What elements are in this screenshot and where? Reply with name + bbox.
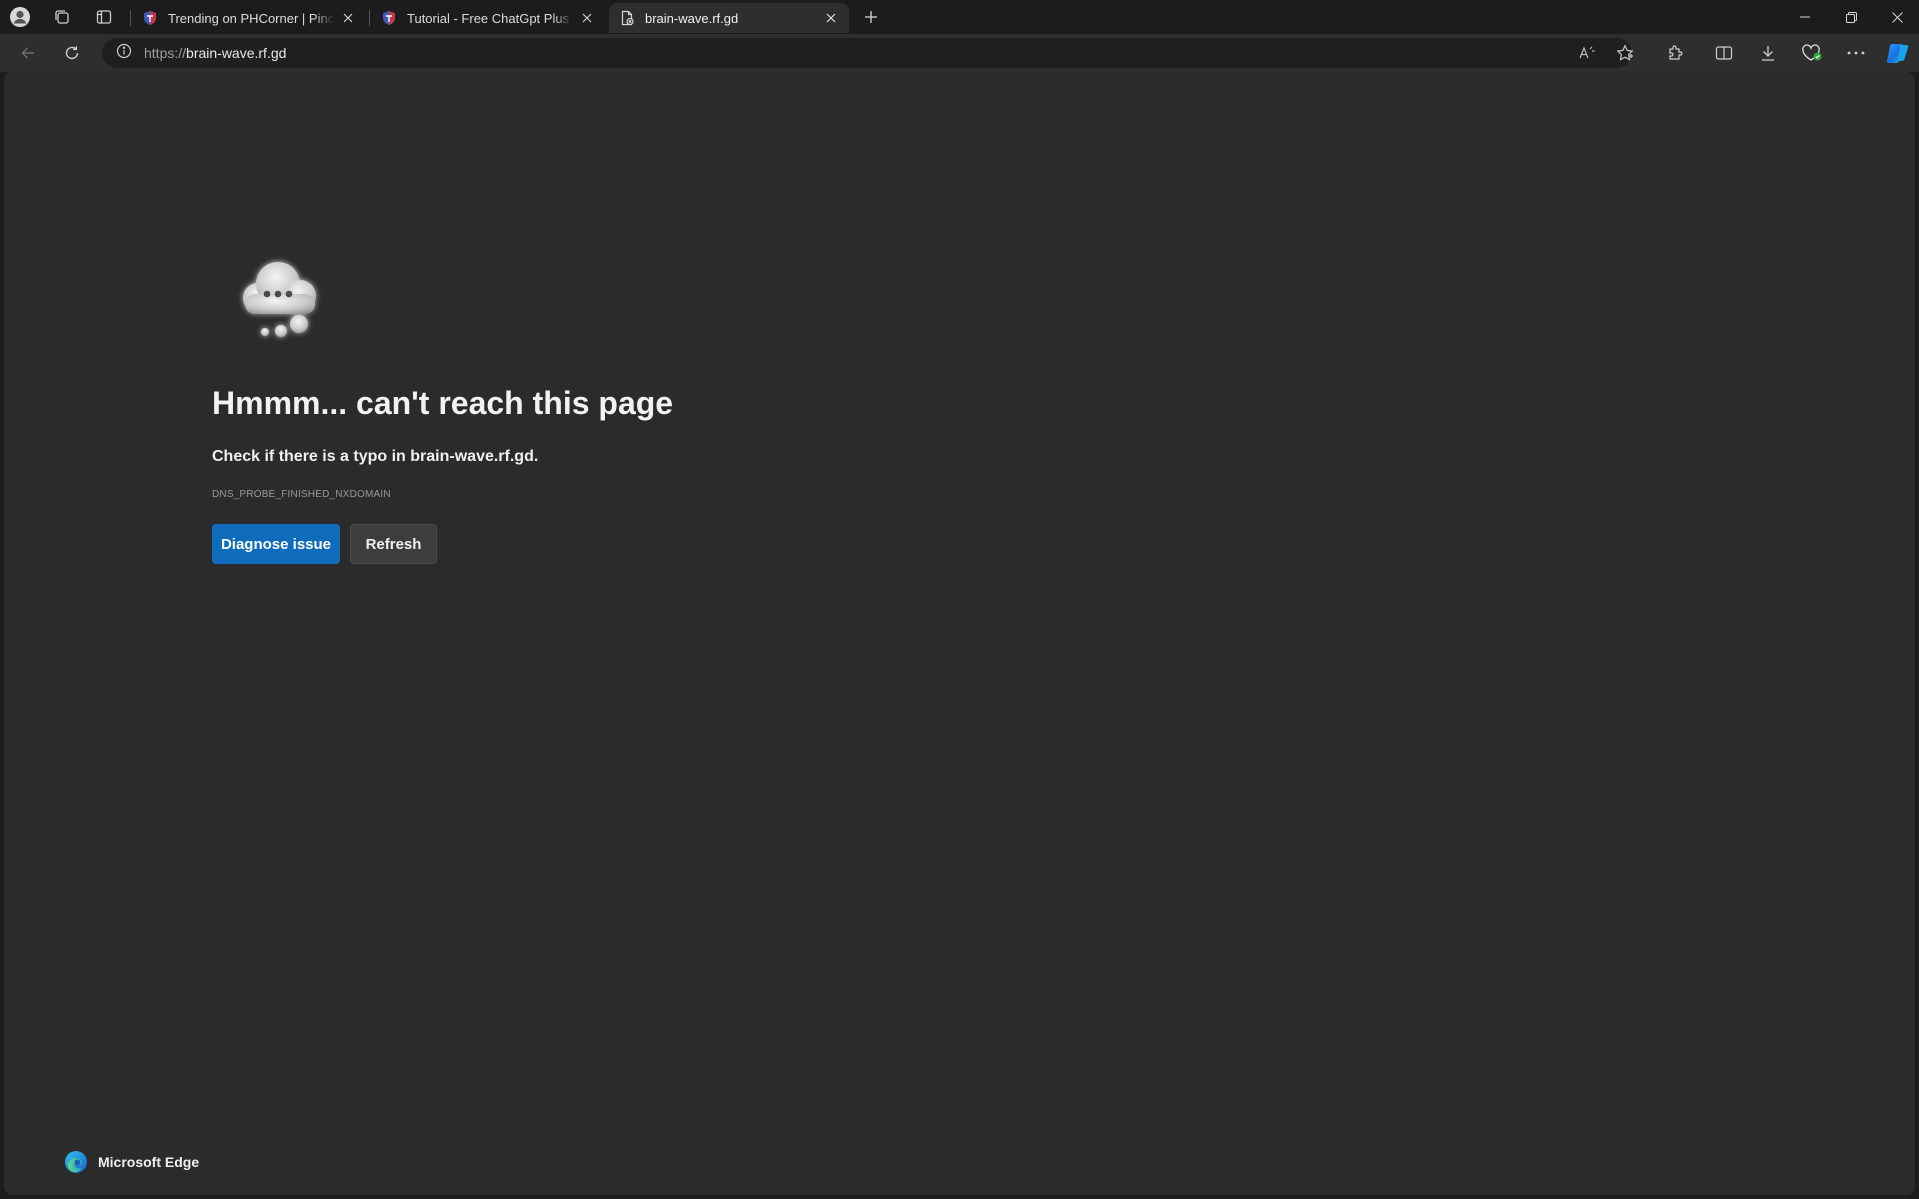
tab-tutorial-chatgpt[interactable]: Tutorial - Free ChatGpt Plus Brain [371, 3, 605, 33]
more-options-icon[interactable] [1841, 39, 1871, 67]
downloads-icon[interactable] [1753, 39, 1783, 67]
url-host: brain-wave.rf.gd [186, 45, 287, 61]
url-text: https://brain-wave.rf.gd [144, 45, 286, 61]
tab-separator [130, 10, 131, 26]
edge-logo-icon [65, 1151, 87, 1173]
phcorner-shield-icon [142, 10, 158, 26]
tab-title: Tutorial - Free ChatGpt Plus Brain [407, 10, 573, 26]
tab-separator [369, 10, 370, 26]
close-tab-icon[interactable] [338, 8, 358, 28]
tab-brain-wave[interactable]: brain-wave.rf.gd [609, 3, 849, 33]
error-message: Check if there is a typo in brain-wave.r… [212, 448, 539, 465]
edge-branding: Microsoft Edge [64, 1150, 199, 1174]
tab-strip: Trending on PHCorner | Pinoy Internet Tu… [0, 0, 1919, 34]
close-window-icon[interactable] [1874, 0, 1919, 34]
tab-title: brain-wave.rf.gd [645, 10, 739, 26]
browser-essentials-icon[interactable] [1797, 39, 1827, 67]
error-heading: Hmmm... can't reach this page [212, 385, 674, 421]
favorite-star-icon[interactable] [1610, 38, 1640, 68]
profile-avatar-icon[interactable] [8, 6, 32, 28]
new-tab-icon[interactable] [859, 6, 883, 28]
diagnose-issue-button[interactable]: Diagnose issue [212, 524, 340, 564]
extensions-icon[interactable] [1660, 39, 1690, 67]
workspaces-icon[interactable] [50, 6, 74, 28]
read-aloud-icon[interactable] [1572, 38, 1602, 68]
refresh-icon[interactable] [57, 39, 87, 67]
split-screen-icon[interactable] [1709, 39, 1739, 67]
thinking-cloud-icon [220, 248, 340, 348]
navigation-toolbar: https://brain-wave.rf.gd [0, 34, 1919, 72]
tab-title: Trending on PHCorner | Pinoy Internet [168, 10, 334, 26]
phcorner-shield-icon [381, 10, 397, 26]
url-scheme: https:// [144, 45, 187, 61]
tab-actions-icon[interactable] [92, 6, 116, 28]
copilot-icon[interactable] [1883, 39, 1913, 67]
brand-name: Microsoft Edge [98, 1154, 200, 1170]
site-info-icon[interactable] [116, 43, 132, 64]
error-page: Hmmm... can't reach this page Check if t… [4, 72, 1915, 1195]
close-tab-icon[interactable] [577, 8, 597, 28]
tab-phcorner-trending[interactable]: Trending on PHCorner | Pinoy Internet [132, 3, 366, 33]
refresh-button[interactable]: Refresh [350, 524, 437, 564]
error-code: DNS_PROBE_FINISHED_NXDOMAIN [212, 489, 391, 500]
minimize-icon[interactable] [1782, 0, 1828, 34]
address-bar[interactable]: https://brain-wave.rf.gd [102, 38, 1634, 68]
back-arrow-icon[interactable] [13, 39, 43, 67]
close-tab-icon[interactable] [821, 8, 841, 28]
restore-icon[interactable] [1828, 0, 1874, 34]
broken-page-icon [619, 10, 635, 26]
